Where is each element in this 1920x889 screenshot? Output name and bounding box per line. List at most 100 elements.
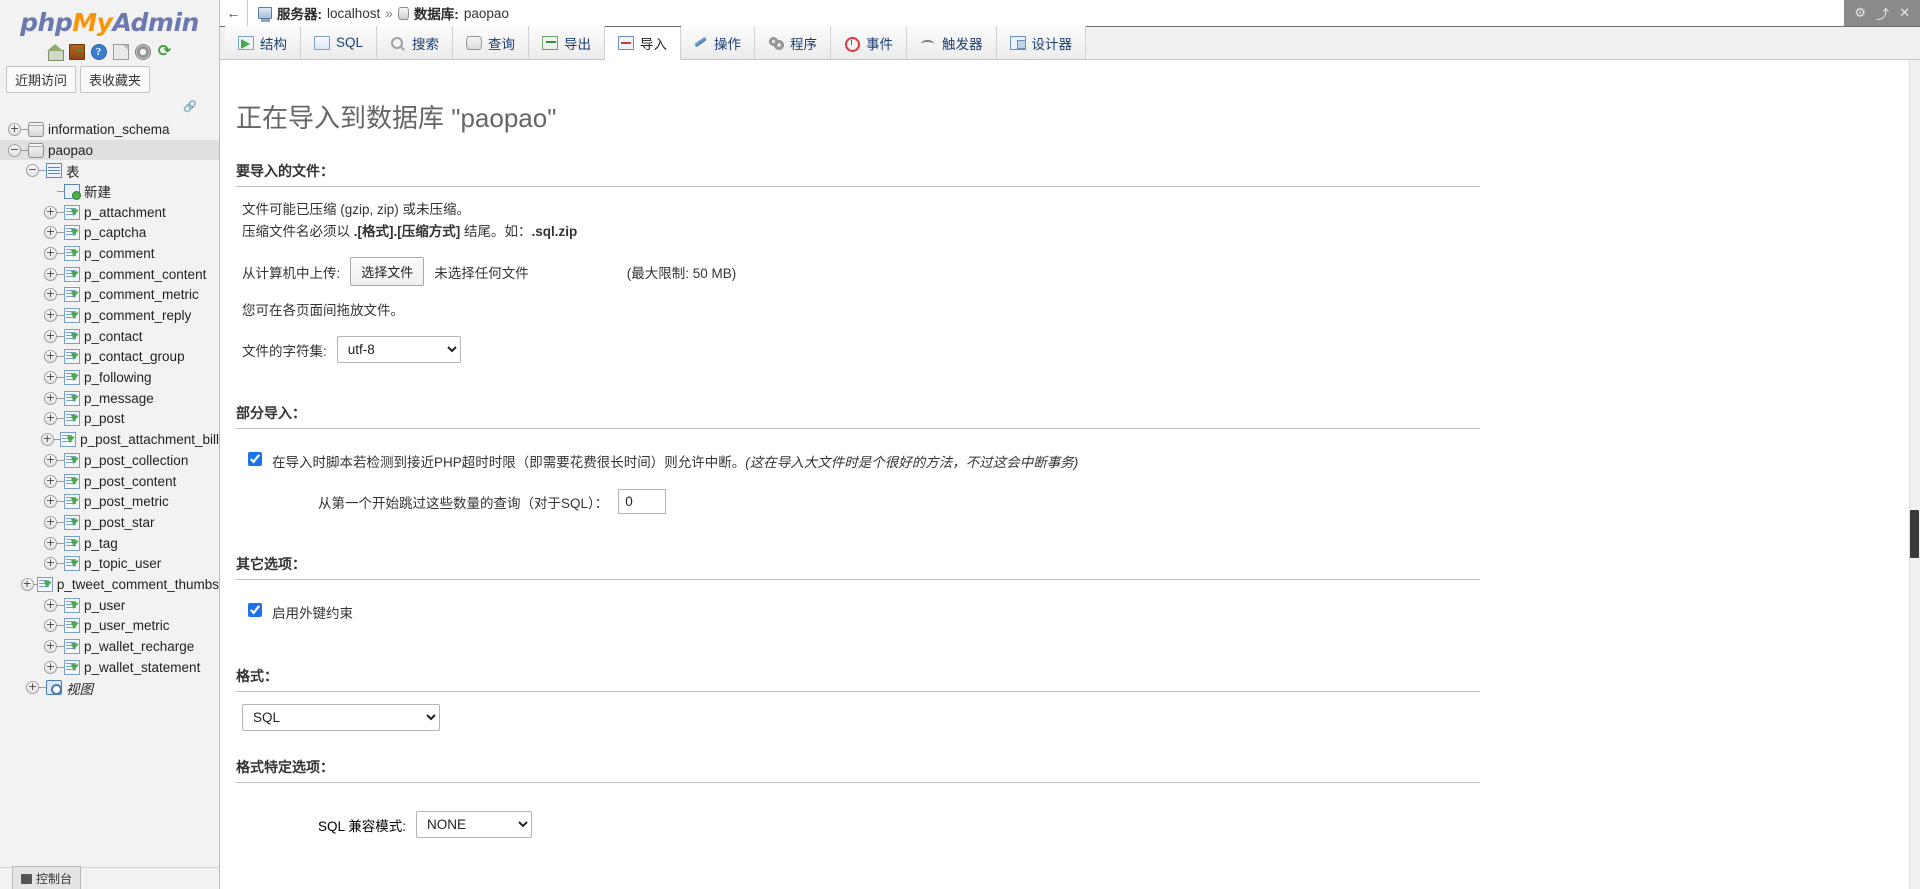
format-select[interactable]: SQLCSVCSV using LOAD DATAESRI Shape File… — [242, 704, 440, 731]
tab-struct[interactable]: 结构 — [225, 26, 301, 59]
tree-item-p_tweet_comment_thumbs[interactable]: + p_tweet_comment_thumbs — [0, 574, 219, 595]
expand-icon[interactable]: + — [44, 246, 57, 260]
tree-item-p_contact_group[interactable]: + p_contact_group — [0, 347, 219, 368]
expand-icon[interactable]: + — [44, 640, 57, 654]
tree-item-p_attachment[interactable]: + p_attachment — [0, 202, 219, 223]
tree-item-视图[interactable]: + 视图 — [0, 678, 219, 699]
content-scrollbar[interactable] — [1909, 60, 1920, 889]
expand-icon[interactable]: + — [44, 619, 57, 633]
tree-connector — [57, 501, 64, 503]
breadcrumb-db-value[interactable]: paopao — [464, 6, 509, 21]
tab-event[interactable]: 事件 — [831, 26, 908, 59]
expand-icon[interactable]: + — [44, 453, 57, 467]
breadcrumb-server-value[interactable]: localhost — [327, 6, 380, 21]
charset-select[interactable]: utf-8latin1gbkbig5utf8mb4 — [336, 336, 461, 363]
expand-icon[interactable]: + — [44, 205, 57, 219]
tree-connector — [21, 128, 28, 130]
expand-icon[interactable]: + — [44, 536, 57, 550]
tree-item-p_captcha[interactable]: + p_captcha — [0, 222, 219, 243]
close-icon[interactable]: ✕ — [1899, 5, 1910, 21]
allow-interrupt-checkbox[interactable] — [248, 452, 262, 466]
expand-icon[interactable]: + — [44, 495, 57, 509]
expand-icon[interactable]: + — [44, 309, 57, 323]
exit-icon[interactable] — [68, 44, 85, 60]
tree-item-p_post_content[interactable]: + p_post_content — [0, 471, 219, 492]
table-icon — [36, 576, 53, 592]
tree-item-p_user_metric[interactable]: + p_user_metric — [0, 616, 219, 637]
console-button[interactable]: 控制台 — [12, 866, 82, 889]
tree-connector — [57, 563, 64, 565]
link-chain-icon[interactable]: 🔗 — [183, 100, 197, 113]
scrollbar-thumb[interactable] — [1910, 510, 1919, 558]
tree-item-p_message[interactable]: + p_message — [0, 388, 219, 409]
expand-icon[interactable]: + — [44, 267, 57, 281]
tree-item-p_post_collection[interactable]: + p_post_collection — [0, 450, 219, 471]
expand-icon[interactable]: + — [44, 515, 57, 529]
tree-item-表[interactable]: − 表 — [0, 160, 219, 181]
window-controls: ⚙ ⤴ ✕ — [1844, 0, 1920, 26]
expand-icon[interactable]: + — [44, 329, 57, 343]
tree-item-p_contact[interactable]: + p_contact — [0, 326, 219, 347]
tab-query[interactable]: 查询 — [453, 26, 530, 59]
tree-item-p_wallet_statement[interactable]: + p_wallet_statement — [0, 657, 219, 678]
expand-icon[interactable]: + — [44, 598, 57, 612]
expand-icon[interactable]: + — [44, 412, 57, 426]
tree-item-label: 新建 — [84, 185, 111, 201]
minimize-icon[interactable]: ⤴ — [1876, 4, 1889, 23]
tree-item-information_schema[interactable]: + information_schema — [0, 119, 219, 140]
favorite-tables-button[interactable]: 表收藏夹 — [80, 66, 151, 93]
choose-file-button[interactable]: 选择文件 — [350, 257, 425, 286]
home-icon[interactable] — [46, 44, 64, 61]
tree-item-p_user[interactable]: + p_user — [0, 595, 219, 616]
tree-item-p_post_attachment_bill[interactable]: + p_post_attachment_bill — [0, 429, 219, 450]
tree-item-p_comment_metric[interactable]: + p_comment_metric — [0, 285, 219, 306]
sql-compat-select[interactable]: NONEANSIDB2MAXDBMYSQL323MYSQL40MSSQLORAC… — [416, 811, 533, 838]
collapse-icon[interactable]: − — [8, 143, 21, 157]
settings-gear-icon[interactable]: ⚙ — [1854, 5, 1866, 21]
tree-item-p_wallet_recharge[interactable]: + p_wallet_recharge — [0, 636, 219, 657]
tab-trigger[interactable]: 触发器 — [907, 26, 997, 59]
tree-item-新建[interactable]: 新建 — [0, 181, 219, 202]
tree-item-p_tag[interactable]: + p_tag — [0, 533, 219, 554]
tree-item-p_comment_content[interactable]: + p_comment_content — [0, 264, 219, 285]
tree-item-p_post_star[interactable]: + p_post_star — [0, 512, 219, 533]
tree-item-p_post_metric[interactable]: + p_post_metric — [0, 491, 219, 512]
tree-item-paopao[interactable]: − paopao — [0, 139, 219, 161]
allow-interrupt-label: 在导入时脚本若检测到接近PHP超时时限（即需要花费很长时间）则允许中断。(这在导… — [272, 451, 1078, 471]
refresh-icon[interactable] — [157, 44, 173, 60]
expand-icon[interactable]: + — [8, 122, 21, 136]
expand-icon[interactable]: + — [44, 288, 57, 302]
tree-item-p_topic_user[interactable]: + p_topic_user — [0, 553, 219, 574]
foreign-key-checkbox[interactable] — [248, 603, 262, 617]
expand-icon[interactable]: + — [44, 557, 57, 571]
phpmyadmin-logo[interactable]: phpMyAdmin — [0, 0, 219, 39]
doc-icon[interactable] — [112, 44, 129, 60]
tab-ops[interactable]: 操作 — [681, 26, 756, 59]
tab-sql[interactable]: SQL — [301, 26, 378, 59]
tab-search[interactable]: 搜索 — [377, 26, 454, 59]
tab-proc[interactable]: 程序 — [755, 26, 832, 59]
tab-export[interactable]: 导出 — [529, 26, 606, 59]
back-button[interactable]: ← — [220, 0, 248, 26]
tree-item-p_comment[interactable]: + p_comment — [0, 243, 219, 264]
expand-icon[interactable]: + — [44, 226, 57, 240]
skip-queries-input[interactable] — [618, 489, 667, 514]
settings-icon[interactable] — [134, 44, 151, 60]
expand-icon[interactable]: + — [44, 660, 57, 674]
expand-icon[interactable]: + — [26, 681, 39, 695]
help-icon[interactable] — [90, 44, 107, 60]
expand-icon[interactable]: + — [40, 433, 54, 447]
expand-icon[interactable]: + — [20, 577, 34, 591]
recent-tables-button[interactable]: 近期访问 — [6, 66, 77, 93]
tree-item-p_comment_reply[interactable]: + p_comment_reply — [0, 305, 219, 326]
tab-designer[interactable]: 设计器 — [996, 26, 1087, 59]
collapse-icon[interactable]: − — [26, 164, 39, 178]
expand-icon[interactable]: + — [44, 391, 57, 405]
tree-item-p_post[interactable]: + p_post — [0, 409, 219, 430]
tab-import[interactable]: 导入 — [605, 27, 682, 60]
tree-item-p_following[interactable]: + p_following — [0, 367, 219, 388]
expand-icon[interactable]: + — [44, 371, 57, 385]
expand-icon[interactable]: + — [44, 474, 57, 488]
expand-icon[interactable]: + — [44, 350, 57, 364]
